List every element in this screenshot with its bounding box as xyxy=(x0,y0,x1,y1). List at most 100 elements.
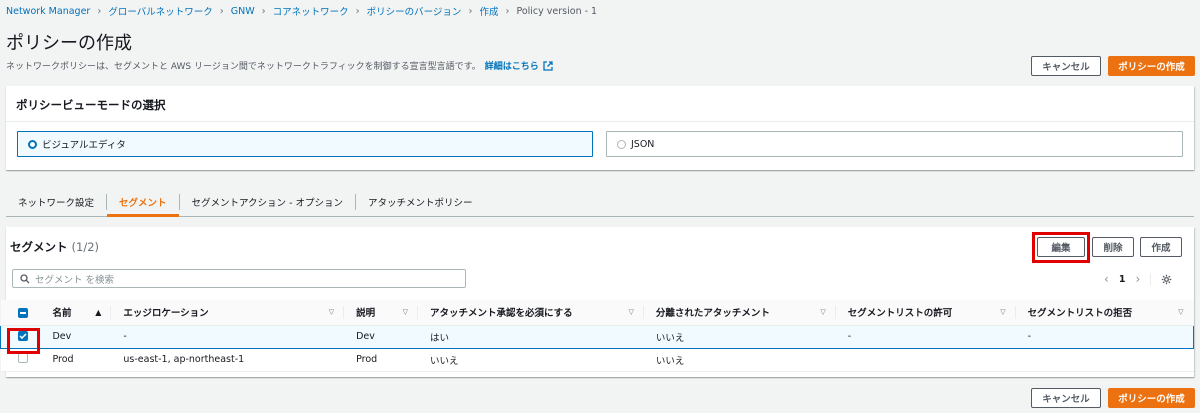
breadcrumb: Network Manager › グローバルネットワーク › GNW › コア… xyxy=(6,4,598,19)
column-name-label: 名前 xyxy=(52,308,72,320)
create-segment-button[interactable]: 作成 xyxy=(1140,237,1182,257)
segments-title-text: セグメント xyxy=(10,240,68,254)
json-label: JSON xyxy=(631,138,655,150)
delete-button[interactable]: 削除 xyxy=(1092,237,1134,257)
footer-cancel-button[interactable]: キャンセル xyxy=(1031,388,1101,408)
chevron-right-icon: › xyxy=(219,5,224,17)
select-all-checkbox[interactable] xyxy=(17,308,28,319)
breadcrumb-gnw[interactable]: GNW xyxy=(231,6,255,17)
details-link[interactable]: 詳細はこちら xyxy=(485,59,553,72)
chevron-right-icon: › xyxy=(505,5,510,17)
minus-icon xyxy=(19,312,26,315)
segments-title: セグメント (1/2) xyxy=(10,239,99,255)
checkmark-icon xyxy=(19,333,27,339)
details-link-label: 詳細はこちら xyxy=(484,62,539,72)
column-isolate-attachments[interactable]: 分離されたアタッチメント ▽ xyxy=(643,300,836,326)
page-number[interactable]: 1 xyxy=(1119,274,1126,285)
sort-icon: ▽ xyxy=(328,308,335,317)
chevron-right-icon: › xyxy=(355,5,360,17)
column-description[interactable]: 説明 ▽ xyxy=(344,300,419,326)
column-deny-list-label: セグメントリストの拒否 xyxy=(1027,308,1133,320)
visual-editor-label: ビジュアルエディタ xyxy=(42,140,126,151)
cell-isolate-attachments: いいえ xyxy=(643,348,836,372)
select-all-header xyxy=(0,300,41,326)
cell-require-acceptance: いいえ xyxy=(418,348,644,372)
column-edge-locations-label: エッジロケーション xyxy=(123,308,209,320)
edit-button[interactable]: 編集 xyxy=(1037,237,1085,257)
table-row[interactable]: Prod us-east-1, ap-northeast-1 Prod いいえ … xyxy=(0,348,1194,372)
breadcrumb-network-manager[interactable]: Network Manager xyxy=(6,6,90,17)
cell-allow-list: - xyxy=(835,324,1016,349)
search-icon xyxy=(20,273,30,283)
cell-allow-list xyxy=(835,348,1016,372)
cell-isolate-attachments: いいえ xyxy=(643,324,836,349)
sort-icon: ▽ xyxy=(820,308,826,317)
pagination: ‹ 1 › xyxy=(1104,272,1172,286)
cell-edge-locations: - xyxy=(111,324,345,349)
next-page-icon[interactable]: › xyxy=(1135,272,1140,286)
column-edge-locations[interactable]: エッジロケーション ▽ xyxy=(111,300,345,326)
column-require-acceptance[interactable]: アタッチメント承認を必須にする ▽ xyxy=(418,300,644,326)
tab-attachment-policies[interactable]: アタッチメントポリシー xyxy=(356,187,485,216)
cell-description: Prod xyxy=(344,348,419,372)
breadcrumb-create[interactable]: 作成 xyxy=(479,4,498,18)
table-header-row: 名前 ▲ エッジロケーション ▽ 説明 ▽ アタッチメント承認を必須にする ▽ 分離され… xyxy=(0,300,1194,326)
column-description-label: 説明 xyxy=(356,308,376,320)
column-require-acceptance-label: アタッチメント承認を必須にする xyxy=(430,308,573,320)
tab-segment-actions[interactable]: セグメントアクション - オプション xyxy=(180,187,356,216)
sort-icon: ▽ xyxy=(1178,308,1184,317)
breadcrumb-global-network[interactable]: グローバルネットワーク xyxy=(108,4,212,18)
view-mode-title: ポリシービューモードの選択 xyxy=(16,98,166,112)
cell-name: Dev xyxy=(40,324,112,349)
column-deny-list[interactable]: セグメントリストの拒否 ▽ xyxy=(1015,300,1194,326)
cell-name: Prod xyxy=(40,348,112,372)
column-name[interactable]: 名前 ▲ xyxy=(40,300,112,326)
page-description: ネットワークポリシーは、セグメントと AWS リージョン間でネットワークトラフィ… xyxy=(6,59,553,72)
column-allow-list[interactable]: セグメントリストの許可 ▽ xyxy=(835,300,1016,326)
breadcrumb-current: Policy version - 1 xyxy=(516,5,598,17)
cancel-button[interactable]: キャンセル xyxy=(1031,56,1101,76)
page-title: ポリシーの作成 xyxy=(6,33,132,54)
footer-create-policy-button[interactable]: ポリシーの作成 xyxy=(1108,388,1195,408)
json-option[interactable]: JSON xyxy=(606,131,1183,157)
pager-divider xyxy=(1150,272,1152,286)
sort-icon: ▽ xyxy=(628,308,634,317)
segments-count: (1/2) xyxy=(71,240,99,254)
tab-network-settings[interactable]: ネットワーク設定 xyxy=(6,187,106,216)
policy-tabs: ネットワーク設定 セグメント セグメントアクション - オプション アタッチメン… xyxy=(6,187,1194,217)
chevron-right-icon: › xyxy=(261,5,266,17)
tab-segments[interactable]: セグメント xyxy=(107,187,179,217)
breadcrumb-core-network[interactable]: コアネットワーク xyxy=(273,4,349,18)
prev-page-icon[interactable]: ‹ xyxy=(1104,272,1109,286)
column-allow-list-label: セグメントリストの許可 xyxy=(847,308,953,320)
external-link-icon xyxy=(543,60,553,71)
row-select-cell xyxy=(0,348,41,372)
breadcrumb-policy-versions[interactable]: ポリシーのバージョン xyxy=(367,4,462,18)
create-policy-button[interactable]: ポリシーの作成 xyxy=(1108,56,1195,76)
row-checkbox-dev[interactable] xyxy=(18,331,28,341)
table-row[interactable]: Dev - Dev はい いいえ - - xyxy=(0,324,1194,349)
panel-divider xyxy=(6,121,1194,122)
page-description-text: ネットワークポリシーは、セグメントと AWS リージョン間でネットワークトラフィ… xyxy=(6,62,481,72)
view-mode-panel: ポリシービューモードの選択 ビジュアルエディタ JSON xyxy=(6,86,1194,170)
cell-deny-list xyxy=(1015,348,1194,372)
segments-table: 名前 ▲ エッジロケーション ▽ 説明 ▽ アタッチメント承認を必須にする ▽ 分離され… xyxy=(0,300,1194,372)
gear-icon[interactable] xyxy=(1161,274,1172,285)
sort-icon: ▽ xyxy=(1000,308,1006,317)
chevron-right-icon: › xyxy=(468,5,473,17)
row-checkbox-prod[interactable] xyxy=(17,353,28,363)
sort-icon: ▽ xyxy=(402,308,409,317)
cell-description: Dev xyxy=(344,324,419,349)
radio-selected-icon xyxy=(28,139,37,149)
cell-require-acceptance: はい xyxy=(418,324,644,349)
chevron-right-icon: › xyxy=(97,5,102,17)
column-isolate-attachments-label: 分離されたアタッチメント xyxy=(655,308,770,320)
row-select-cell xyxy=(0,324,41,349)
visual-editor-option[interactable]: ビジュアルエディタ xyxy=(17,131,593,157)
cell-edge-locations: us-east-1, ap-northeast-1 xyxy=(111,348,345,372)
segment-search-input[interactable]: セグメント を検索 xyxy=(12,269,466,288)
sort-ascending-icon: ▲ xyxy=(95,307,102,317)
search-placeholder: セグメント を検索 xyxy=(35,274,115,286)
radio-unselected-icon xyxy=(617,139,626,149)
cell-deny-list: - xyxy=(1015,324,1194,349)
